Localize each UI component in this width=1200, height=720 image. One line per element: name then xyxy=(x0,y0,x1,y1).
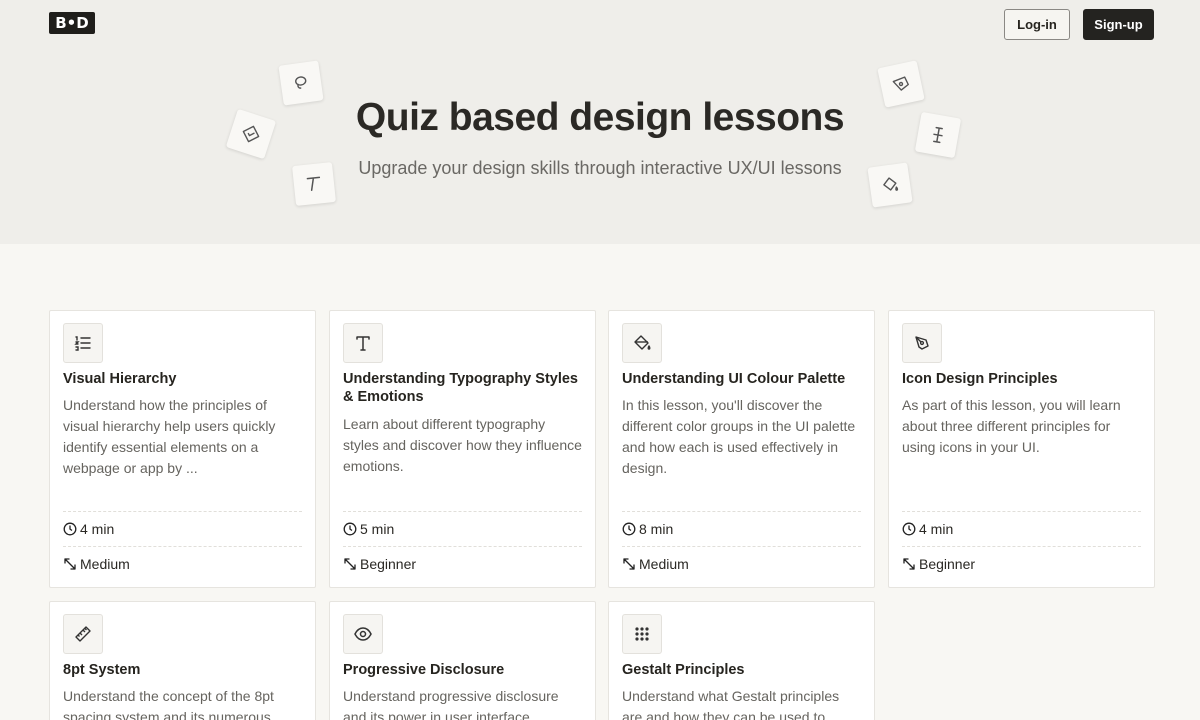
duration: 4 min xyxy=(902,521,953,537)
divider xyxy=(63,546,302,547)
card-description: Understand what Gestalt principles are a… xyxy=(622,688,840,720)
card-title: Visual Hierarchy xyxy=(63,371,177,387)
difficulty-text: Medium xyxy=(80,556,130,572)
duration: 8 min xyxy=(622,521,673,537)
arrows-diagonal-icon xyxy=(64,558,76,570)
divider xyxy=(343,511,582,512)
arrows-diagonal-icon xyxy=(623,558,635,570)
lesson-card-colour-palette[interactable]: Understanding UI Colour Palette In this … xyxy=(608,310,875,588)
page-title: Quiz based design lessons xyxy=(355,96,845,139)
difficulty: Medium xyxy=(63,556,130,572)
duration: 5 min xyxy=(343,521,394,537)
paint-bucket-icon xyxy=(622,323,662,363)
clock-icon xyxy=(343,522,357,536)
card-description: Understand the concept of the 8pt spacin… xyxy=(63,688,274,720)
difficulty: Medium xyxy=(622,556,689,572)
difficulty: Beginner xyxy=(343,556,416,572)
duration: 4 min xyxy=(63,521,114,537)
clock-icon xyxy=(902,522,916,536)
hero-section: B•D Log-in Sign-up Quiz based design les… xyxy=(0,0,1200,244)
card-description: As part of this lesson, you will learn a… xyxy=(902,397,1121,455)
difficulty: Beginner xyxy=(902,556,975,572)
duration-text: 4 min xyxy=(919,521,954,537)
difficulty-text: Beginner xyxy=(919,556,976,572)
card-description: In this lesson, you'll discover the diff… xyxy=(622,397,856,476)
card-title: Understanding Typography Styles & Emotio… xyxy=(343,371,578,405)
lesson-card-progressive-disclosure[interactable]: Progressive Disclosure Understand progre… xyxy=(329,601,596,720)
difficulty-text: Medium xyxy=(639,556,689,572)
pen-tool-icon xyxy=(902,323,942,363)
lesson-card-8pt-system[interactable]: 8pt System Understand the concept of the… xyxy=(49,601,316,720)
eye-icon xyxy=(343,614,383,654)
divider xyxy=(902,511,1141,512)
card-description: Learn about different typography styles … xyxy=(343,416,582,474)
login-button[interactable]: Log-in xyxy=(1004,9,1070,40)
signup-button[interactable]: Sign-up xyxy=(1083,9,1154,40)
duration-text: 5 min xyxy=(360,521,395,537)
lesson-card-typography[interactable]: Understanding Typography Styles & Emotio… xyxy=(329,310,596,588)
ruler-icon xyxy=(63,614,103,654)
divider xyxy=(622,511,861,512)
divider xyxy=(902,546,1141,547)
card-title: Progressive Disclosure xyxy=(343,662,505,678)
lesson-card-icon-design[interactable]: Icon Design Principles As part of this l… xyxy=(888,310,1155,588)
lesson-card-gestalt[interactable]: Gestalt Principles Understand what Gesta… xyxy=(608,601,875,720)
duration-text: 4 min xyxy=(80,521,115,537)
divider xyxy=(622,546,861,547)
logo[interactable]: B•D xyxy=(49,12,95,34)
page-subtitle: Upgrade your design skills through inter… xyxy=(358,158,842,178)
arrows-diagonal-icon xyxy=(903,558,915,570)
card-description: Understand progressive disclosure and it… xyxy=(343,688,559,720)
divider xyxy=(63,511,302,512)
card-title: Understanding UI Colour Palette xyxy=(622,371,846,387)
card-description: Understand how the principles of visual … xyxy=(63,397,276,476)
difficulty-text: Beginner xyxy=(360,556,417,572)
card-title: Icon Design Principles xyxy=(902,371,1058,387)
divider xyxy=(343,546,582,547)
card-title: 8pt System xyxy=(63,662,141,678)
typography-icon xyxy=(343,323,383,363)
grid-dots-icon xyxy=(622,614,662,654)
clock-icon xyxy=(63,522,77,536)
clock-icon xyxy=(622,522,636,536)
lesson-card-visual-hierarchy[interactable]: Visual Hierarchy Understand how the prin… xyxy=(49,310,316,588)
list-ordered-icon xyxy=(63,323,103,363)
duration-text: 8 min xyxy=(639,521,674,537)
card-title: Gestalt Principles xyxy=(622,662,745,678)
arrows-diagonal-icon xyxy=(344,558,356,570)
